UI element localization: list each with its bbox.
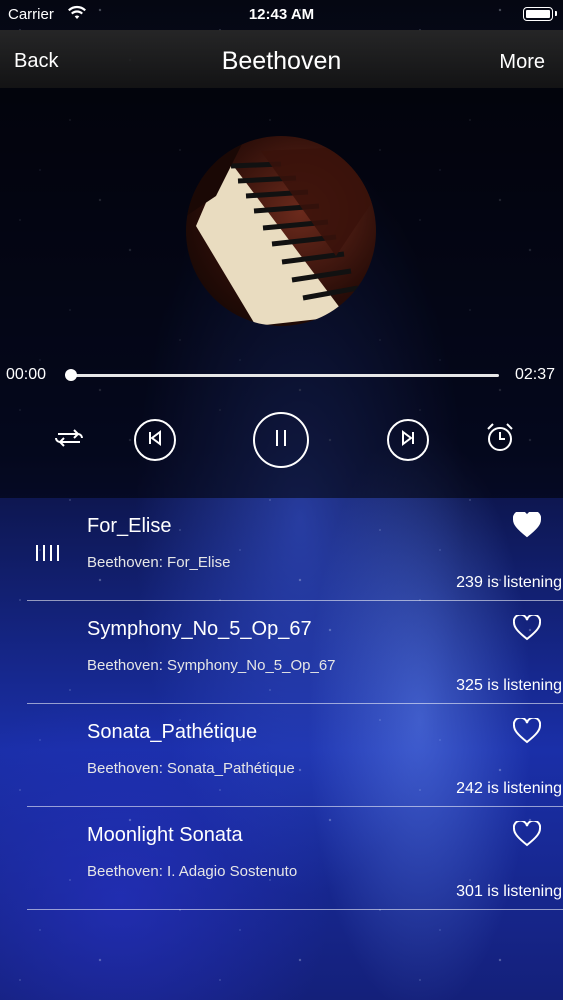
more-button[interactable]: More xyxy=(499,51,545,74)
alarm-clock-icon xyxy=(484,421,516,458)
row-divider xyxy=(27,909,563,910)
pause-icon xyxy=(273,428,289,453)
song-subtitle: Beethoven: Sonata_Pathétique xyxy=(87,760,295,777)
heart-icon[interactable] xyxy=(512,819,542,852)
current-time: 00:00 xyxy=(6,366,47,383)
status-time: 12:43 AM xyxy=(248,6,315,23)
album-artwork xyxy=(186,136,376,326)
heart-icon[interactable] xyxy=(512,613,542,646)
repeat-icon xyxy=(52,425,86,456)
listening-count: 239 is listening xyxy=(456,574,562,591)
song-row[interactable]: Moonlight Sonata Beethoven: I. Adagio So… xyxy=(0,807,563,910)
song-title: Moonlight Sonata xyxy=(87,824,243,846)
song-subtitle: Beethoven: I. Adagio Sostenuto xyxy=(87,863,298,880)
heart-icon[interactable] xyxy=(512,510,542,543)
player-panel: 00:00 02:37 xyxy=(0,88,563,498)
pause-button[interactable] xyxy=(253,412,309,468)
previous-icon xyxy=(147,429,163,451)
next-button[interactable] xyxy=(387,419,429,461)
song-title: Symphony_No_5_Op_67 xyxy=(87,618,312,640)
previous-button[interactable] xyxy=(134,419,176,461)
progress-track[interactable] xyxy=(71,374,499,377)
total-time: 02:37 xyxy=(514,366,555,383)
navigation-bar: Back Beethoven More xyxy=(0,30,563,88)
alarm-button[interactable] xyxy=(481,420,519,458)
page-title: Beethoven xyxy=(221,47,342,75)
progress-knob[interactable] xyxy=(65,369,77,381)
status-bar: Carrier 12:43 AM xyxy=(0,0,563,30)
song-title: For_Elise xyxy=(87,515,172,537)
song-row[interactable]: Symphony_No_5_Op_67 Beethoven: Symphony_… xyxy=(0,601,563,704)
song-title: Sonata_Pathétique xyxy=(87,721,258,743)
heart-icon[interactable] xyxy=(512,716,542,749)
listening-count: 301 is listening xyxy=(456,883,562,900)
song-subtitle: Beethoven: For_Elise xyxy=(87,554,231,571)
song-row[interactable]: Sonata_Pathétique Beethoven: Sonata_Path… xyxy=(0,704,563,807)
now-playing-bars-icon xyxy=(34,542,60,569)
listening-count: 325 is listening xyxy=(456,677,562,694)
song-subtitle: Beethoven: Symphony_No_5_Op_67 xyxy=(87,657,336,674)
repeat-button[interactable] xyxy=(50,421,88,459)
battery-icon xyxy=(523,7,557,21)
next-icon xyxy=(400,429,416,451)
song-row[interactable]: For_Elise Beethoven: For_Elise 239 is li… xyxy=(0,498,563,601)
listening-count: 242 is listening xyxy=(456,780,562,797)
